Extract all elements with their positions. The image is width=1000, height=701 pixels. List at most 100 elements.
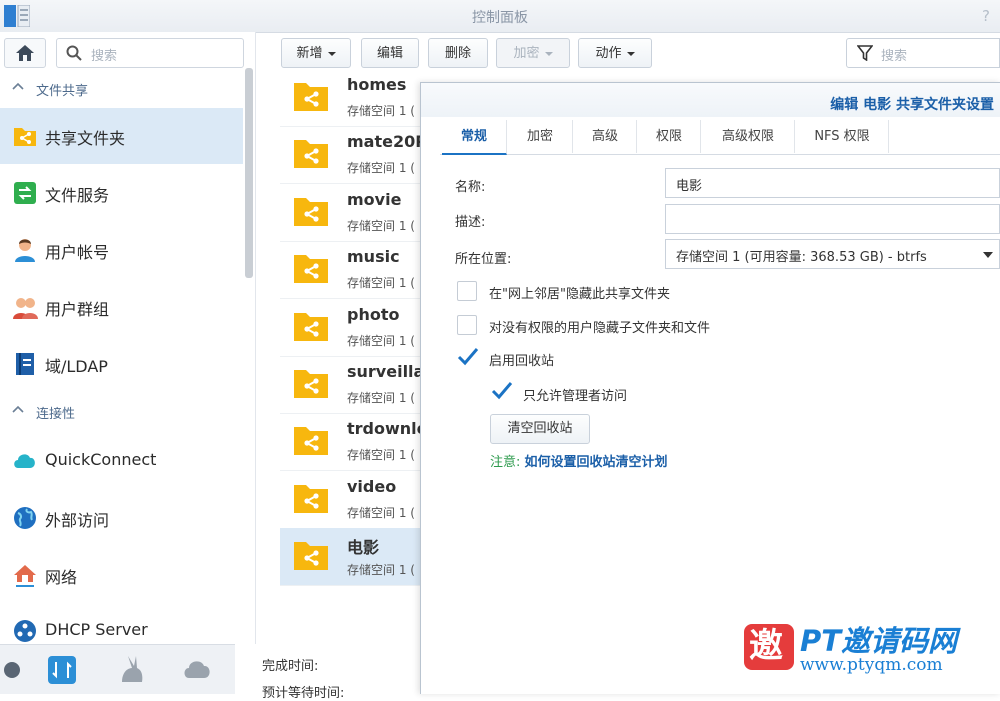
dropdown-arrow-icon <box>983 252 993 258</box>
note-prefix: 注意: <box>490 455 521 470</box>
section-connectivity[interactable]: 连接性 <box>0 397 245 427</box>
admin-only-checkbox[interactable] <box>490 380 514 402</box>
folder-row[interactable]: surveilla 存储空间 1 ( <box>280 356 422 414</box>
cloud-sync-icon[interactable] <box>180 652 216 688</box>
edit-button[interactable]: 编辑 <box>361 38 419 68</box>
delete-button[interactable]: 删除 <box>428 38 488 68</box>
location-select[interactable]: 存储空间 1 (可用容量: 368.53 GB) - btrfs <box>665 239 1000 269</box>
hide-subfolders-checkbox[interactable] <box>457 315 477 335</box>
description-input[interactable] <box>665 204 1000 234</box>
sidebar-item-user-group[interactable]: 用户群组 <box>0 279 243 335</box>
shared-folder-icon <box>294 312 328 341</box>
tab-encryption[interactable]: 加密 <box>508 120 573 153</box>
tab-permissions[interactable]: 权限 <box>638 120 701 153</box>
folder-name: surveilla <box>347 362 422 381</box>
window-title: 控制面板 <box>472 10 528 26</box>
file-services-icon <box>14 182 36 204</box>
new-button[interactable]: 新增 <box>281 38 351 68</box>
sidebar-item-shared-folder[interactable]: 共享文件夹 <box>0 108 243 164</box>
folder-name: video <box>347 476 397 496</box>
folder-location: 存储空间 1 ( <box>347 218 415 233</box>
folder-name: mate20P <box>347 132 422 152</box>
encrypt-button[interactable]: 加密 <box>496 38 570 68</box>
gear-icon[interactable] <box>0 652 30 688</box>
shared-folder-icon <box>294 197 328 226</box>
sidebar-item-label: 文件服务 <box>45 186 110 205</box>
sidebar-item-label: DHCP Server <box>45 620 148 639</box>
folder-row[interactable]: 电影 存储空间 1 ( <box>280 528 420 587</box>
folder-row[interactable]: trdownlo 存储空间 1 ( <box>280 413 422 472</box>
tab-general[interactable]: 常规 <box>442 120 507 155</box>
hide-in-network-label: 在"网上邻居"隐藏此共享文件夹 <box>489 287 670 302</box>
sidebar-item-file-services[interactable]: 文件服务 <box>0 165 243 221</box>
sidebar-scrollbar[interactable] <box>245 68 253 278</box>
recycle-bin-checkbox[interactable] <box>456 346 480 368</box>
folder-search-input[interactable]: 搜索 <box>846 38 1000 68</box>
sidebar-item-label: 用户帐号 <box>45 243 110 262</box>
tab-advanced[interactable]: 高级 <box>574 120 637 153</box>
shared-folder-icon <box>294 484 328 513</box>
folder-location: 存储空间 1 ( <box>347 448 415 463</box>
admin-only-label: 只允许管理者访问 <box>523 389 628 404</box>
note-link[interactable]: 如何设置回收站清空计划 <box>525 455 668 470</box>
shared-folder-icon <box>294 83 328 111</box>
tab-nfs-permissions[interactable]: NFS 权限 <box>796 120 889 153</box>
download-station-icon[interactable] <box>44 652 80 688</box>
folder-location: 存储空间 1 ( <box>347 563 415 578</box>
folder-location: 存储空间 1 ( <box>347 104 415 118</box>
sidebar-item-domain-ldap[interactable]: 域/LDAP <box>0 336 243 392</box>
section-file-sharing[interactable]: 文件共享 <box>0 74 245 104</box>
home-icon <box>16 45 34 61</box>
rabbit-icon[interactable] <box>114 652 150 688</box>
help-icon[interactable]: ? <box>982 7 990 25</box>
sidebar-item-label: 共享文件夹 <box>45 129 126 148</box>
search-icon <box>66 45 82 61</box>
sidebar-search-input[interactable]: 搜索 <box>56 38 244 68</box>
folder-location: 存储空间 1 ( <box>347 276 415 291</box>
watermark-url: www.ptyqm.com <box>800 655 943 675</box>
chevron-up-icon <box>12 82 24 90</box>
folder-name: photo <box>347 304 400 324</box>
user-icon <box>15 239 35 262</box>
sidebar-item-quickconnect[interactable]: QuickConnect <box>0 433 243 489</box>
sidebar-item-label: 用户群组 <box>45 300 110 319</box>
folder-row[interactable]: music 存储空间 1 ( <box>280 241 420 300</box>
hide-in-network-checkbox[interactable] <box>457 281 477 301</box>
folder-location: 存储空间 1 ( <box>347 161 415 176</box>
shared-folder-icon <box>294 370 328 398</box>
sidebar-item-label: QuickConnect <box>45 450 157 469</box>
folder-row[interactable]: photo 存储空间 1 ( <box>280 299 420 357</box>
sidebar-item-network[interactable]: 网络 <box>0 547 243 603</box>
network-house-icon <box>14 565 36 587</box>
sidebar-item-label: 外部访问 <box>45 511 110 530</box>
caret-down-icon <box>626 51 635 56</box>
section-label: 连接性 <box>36 407 76 422</box>
globe-icon <box>14 507 36 529</box>
control-panel-app-icon <box>4 5 30 27</box>
dialog-title: 编辑 电影 共享文件夹设置 <box>830 97 994 113</box>
recycle-note: 注意: 如何设置回收站清空计划 <box>490 451 668 470</box>
folder-row[interactable]: homes 存储空间 1 ( <box>280 69 420 127</box>
tab-advanced-permissions[interactable]: 高级权限 <box>702 120 795 153</box>
action-button[interactable]: 动作 <box>578 38 652 68</box>
folder-row[interactable]: mate20P 存储空间 1 ( <box>280 126 422 185</box>
action-button-label: 动作 <box>595 46 622 61</box>
dhcp-icon <box>14 620 36 642</box>
folder-row[interactable]: video 存储空间 1 ( <box>280 471 420 529</box>
user-group-icon <box>13 298 38 319</box>
folder-name: trdownlo <box>347 419 422 439</box>
empty-recycle-bin-button[interactable]: 清空回收站 <box>490 414 590 444</box>
sidebar-item-label: 网络 <box>45 568 78 587</box>
watermark-brand: PT邀请码网 <box>800 624 958 658</box>
hide-subfolders-label: 对没有权限的用户隐藏子文件夹和文件 <box>489 321 711 336</box>
search-placeholder: 搜索 <box>881 49 908 64</box>
folder-name: music <box>347 247 400 267</box>
home-button[interactable] <box>4 38 46 68</box>
name-input[interactable]: 电影 <box>665 168 1000 198</box>
new-button-label: 新增 <box>296 46 323 61</box>
folder-row[interactable]: movie 存储空间 1 ( <box>280 184 420 242</box>
sidebar-item-user-account[interactable]: 用户帐号 <box>0 222 243 278</box>
folder-name: homes <box>347 75 407 94</box>
sidebar-item-external-access[interactable]: 外部访问 <box>0 490 243 546</box>
search-placeholder: 搜索 <box>91 49 118 64</box>
